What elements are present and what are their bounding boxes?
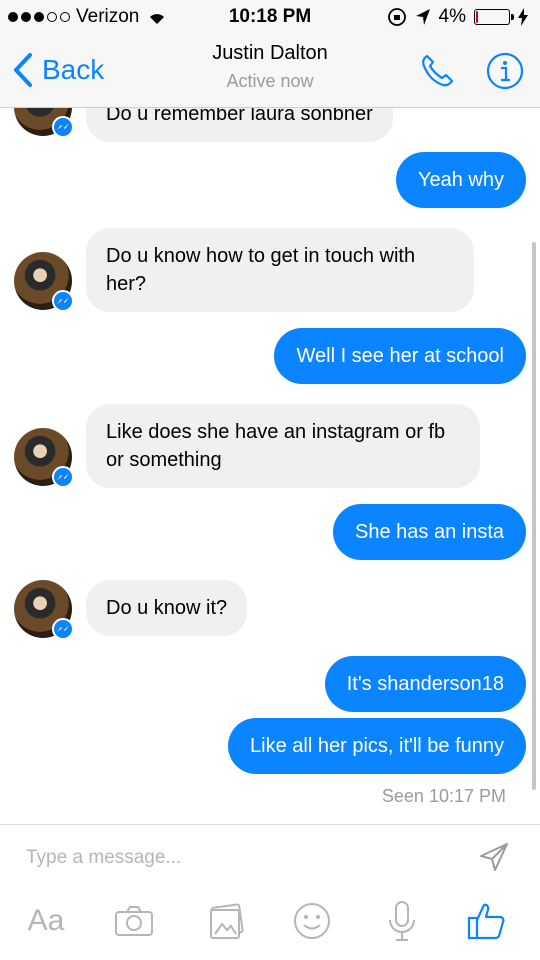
rotation-lock-icon (387, 8, 406, 26)
location-icon (415, 9, 430, 25)
camera-icon (115, 906, 153, 936)
messenger-badge-icon (52, 290, 74, 312)
aa-label: Aa (27, 904, 65, 937)
active-status: Active now (226, 71, 314, 91)
emoji-button[interactable] (290, 899, 334, 943)
message-text: She has an insta (355, 521, 504, 543)
message-text: Well I see her at school (296, 345, 504, 367)
info-icon[interactable] (486, 52, 524, 90)
phone-icon[interactable] (418, 52, 456, 90)
photo-button[interactable] (204, 899, 248, 943)
message-text: It's shanderson18 (346, 673, 504, 695)
battery-icon (474, 9, 514, 25)
message-text: Do u know it? (106, 597, 228, 619)
message-input[interactable] (26, 847, 426, 869)
message-bubble-outgoing[interactable]: It's shanderson18 (324, 656, 526, 712)
messenger-badge-icon (52, 466, 74, 488)
message-bubble-incoming[interactable]: Do u remember laura sonbner (86, 108, 393, 142)
camera-button[interactable] (112, 899, 156, 943)
seen-receipt: Seen 10:17 PM (381, 786, 506, 806)
charging-icon (518, 8, 528, 26)
status-bar: Verizon 10:18 PM 4% (0, 0, 540, 36)
message-text: Yeah why (418, 169, 504, 191)
like-icon (467, 903, 505, 940)
battery-level-fill (476, 11, 478, 23)
message-bubble-outgoing[interactable]: Well I see her at school (274, 328, 526, 384)
message-bubble-incoming[interactable]: Do u know how to get in touch with her? (86, 228, 474, 312)
message-bubble-incoming[interactable]: Do u know it? (86, 580, 248, 636)
message-text: Do u remember laura sonbner (106, 108, 373, 125)
message-bubble-outgoing[interactable]: She has an insta (333, 504, 526, 560)
message-text: Do u know how to get in touch with her? (106, 245, 416, 295)
microphone-icon (389, 901, 415, 941)
contact-name: Justin Dalton (212, 42, 328, 64)
nav-bar: Back Justin Dalton Active now (0, 36, 540, 108)
message-bubble-incoming[interactable]: Like does she have an instagram or fb or… (86, 404, 480, 488)
scroll-indicator[interactable] (532, 242, 536, 790)
messenger-badge-icon (52, 618, 74, 640)
messenger-badge-icon (52, 116, 74, 138)
send-icon[interactable] (478, 841, 510, 873)
status-right: 4% (387, 6, 528, 28)
text-format-button[interactable]: Aa (22, 899, 70, 943)
conversation-header[interactable]: Justin Dalton Active now (0, 42, 540, 92)
emoji-icon (294, 903, 330, 939)
message-bubble-outgoing[interactable]: Yeah why (396, 152, 526, 208)
photo-icon (210, 903, 244, 939)
message-text: Like does she have an instagram or fb or… (106, 421, 446, 471)
battery-percent: 4% (438, 6, 466, 27)
like-button[interactable] (464, 899, 508, 943)
voice-button[interactable] (380, 899, 424, 943)
compose-toolbar: Aa (0, 899, 540, 951)
message-bubble-outgoing[interactable]: Like all her pics, it'll be funny (228, 718, 526, 774)
message-thread[interactable]: Do u remember laura sonbner Yeah why Do … (0, 108, 540, 824)
compose-area: Aa (0, 824, 540, 960)
message-text: Like all her pics, it'll be funny (250, 735, 504, 757)
